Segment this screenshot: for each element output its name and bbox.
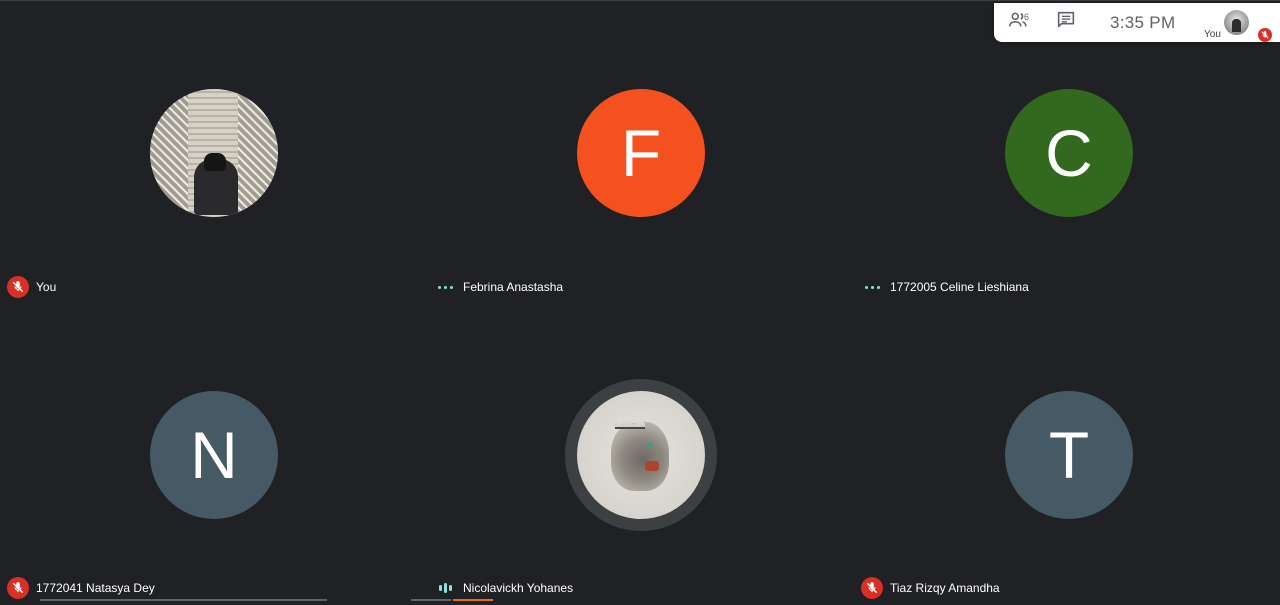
- meeting-stage: 6 3:35 PM You You F Febrina Anastasha C …: [0, 0, 1280, 605]
- avatar-letter: F: [577, 89, 705, 217]
- avatar-letter: T: [1005, 391, 1133, 519]
- participant-name: Nicolavickh Yohanes: [463, 581, 574, 595]
- avatar-letter: N: [150, 391, 278, 519]
- mic-off-icon: [861, 577, 883, 599]
- participant-name-row: Nicolavickh Yohanes: [434, 577, 573, 599]
- participant-photo: [150, 89, 278, 217]
- mic-off-icon: [7, 276, 29, 298]
- more-dots-indicator: [434, 276, 456, 298]
- participant-name-row: Febrina Anastasha: [434, 276, 563, 298]
- tile-divider: [40, 599, 327, 601]
- participant-tile-celine[interactable]: C 1772005 Celine Lieshiana: [854, 1, 1280, 301]
- participant-name-row: 1772005 Celine Lieshiana: [861, 276, 1029, 298]
- avatar-letter: C: [1005, 89, 1133, 217]
- participant-name: Tiaz Rizqy Amandha: [890, 581, 1000, 595]
- participant-name: 1772041 Natasya Dey: [36, 581, 155, 595]
- participant-name: 1772005 Celine Lieshiana: [890, 280, 1029, 294]
- audio-level-icon: [434, 577, 456, 599]
- tile-divider: [411, 599, 451, 601]
- participant-name-row: You: [7, 276, 56, 298]
- participant-name-row: 1772041 Natasya Dey: [7, 577, 155, 599]
- participant-tile-tiaz[interactable]: T Tiaz Rizqy Amandha: [854, 301, 1280, 601]
- participant-tile-febrina[interactable]: F Febrina Anastasha: [427, 1, 854, 301]
- participant-tile-you[interactable]: You: [0, 1, 427, 301]
- participant-name: Febrina Anastasha: [463, 280, 564, 294]
- participant-tile-natasya[interactable]: N 1772041 Natasya Dey: [0, 301, 427, 601]
- mic-off-icon: [7, 577, 29, 599]
- more-dots-indicator: [861, 276, 883, 298]
- participant-photo: [577, 391, 705, 519]
- tile-divider-accent: [453, 599, 493, 601]
- participant-name: You: [36, 280, 57, 294]
- participant-tile-nicolavickh[interactable]: Nicolavickh Yohanes: [411, 301, 854, 601]
- participant-name-row: Tiaz Rizqy Amandha: [861, 577, 1000, 599]
